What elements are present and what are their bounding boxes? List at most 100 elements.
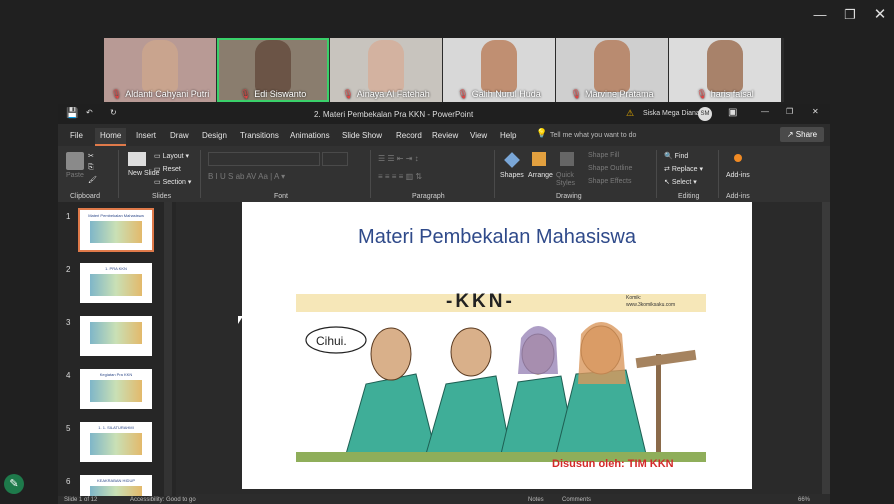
align-icons[interactable]: ≡ ≡ ≡ ≡ ▥ ⇅ [378,172,422,181]
tab-view[interactable]: View [470,128,487,144]
tab-animations[interactable]: Animations [290,128,330,144]
participant-tile[interactable]: 🎙 Ainaya Al Fatehah [330,38,442,102]
slide-thumbnail[interactable]: 1. PRA KKN [80,263,152,303]
participant-name-text: Galih Nurul Huda [471,89,541,99]
tab-design[interactable]: Design [202,128,227,144]
thumbnail-number: 2 [66,265,71,274]
comments-button[interactable]: Comments [562,497,591,503]
slide-thumbnail[interactable]: 1. 1. SILATURAHMI [80,422,152,462]
format-painter-icon[interactable]: 🖌 [88,176,97,184]
tab-home[interactable]: Home [95,128,127,146]
thumbnail-title: Kegiatan Pra KKN [99,372,133,377]
copy-icon[interactable]: ⎘ [88,164,94,172]
font-size-box[interactable] [322,152,348,166]
arrange-icon[interactable] [532,152,546,166]
user-name[interactable]: Siska Mega Diana [643,110,700,117]
thumbnail-scrollbar[interactable] [164,202,172,502]
participant-video [481,40,517,92]
tab-record[interactable]: Record [396,128,422,144]
tab-review[interactable]: Review [432,128,458,144]
mic-muted-icon: 🎙 [457,89,469,99]
avatar[interactable]: SM [698,107,712,121]
participant-tile[interactable]: 🎙 haris faisal [669,38,781,102]
accessibility-status[interactable]: Accessibility: Good to go [130,497,196,503]
restore-icon[interactable]: ❐ [786,107,793,116]
slide-thumbnail[interactable] [80,316,152,356]
notes-button[interactable]: Notes [528,497,544,503]
addins-button[interactable]: Add-ins [726,172,750,179]
font-name-box[interactable] [208,152,320,166]
tab-insert[interactable]: Insert [136,128,156,144]
footer-label: Disusun oleh: [552,458,625,470]
participant-tile[interactable]: 🎙 Edi Siswanto [217,38,329,102]
undo-icon[interactable]: ↶ [86,108,93,117]
tab-draw[interactable]: Draw [170,128,189,144]
participant-name: 🎙 Edi Siswanto [217,89,329,100]
tab-file[interactable]: File [70,128,83,144]
ribbon-display-icon[interactable]: ▣ [728,107,737,118]
close-icon[interactable]: ✕ [868,6,892,24]
comic-credit-url: www.3komiksaku.com [626,302,676,308]
quick-styles-icon[interactable] [560,152,574,166]
tab-help[interactable]: Help [500,128,516,144]
find-label: Find [674,153,689,160]
kkn-comic-illustration: Cihui. [296,322,706,462]
zoom-level[interactable]: 66% [798,497,810,503]
restore-icon[interactable]: ❐ [838,6,862,24]
find-button[interactable]: 🔍 Find [664,152,688,160]
warning-icon: ⚠ [626,108,635,118]
minimize-icon[interactable]: — [761,107,769,116]
slide-thumbnail[interactable]: Materi Pembekalan Mahasiswa [78,208,154,252]
tell-me-box[interactable]: Tell me what you want to do [550,132,636,139]
redo-icon[interactable]: ↻ [110,108,117,117]
section-button[interactable]: ▭ Section ▾ [154,178,191,186]
reset-label: Reset [162,166,181,173]
mic-muted-icon: 🎙 [570,89,582,99]
slide-canvas[interactable]: Materi Pembekalan Mahasiswa -KKN- Komik:… [242,202,752,489]
font-format-icons[interactable]: B I U S ab AV Aa | A ▾ [208,172,285,181]
slides-label: Slides [152,193,172,200]
participant-video [368,40,404,92]
mouse-cursor-icon [238,316,243,324]
participant-name: 🎙 Aldanti Cahyani Putri [104,89,216,100]
tab-slide-show[interactable]: Slide Show [342,128,382,144]
quick-styles-button[interactable]: Quick Styles [556,172,578,188]
addins-icon[interactable] [734,154,742,162]
annotate-pen-icon[interactable]: ✎ [4,474,24,494]
paragraph-label: Paragraph [412,193,445,200]
select-button[interactable]: ↖ Select ▾ [664,178,697,186]
participant-name-text: Aldanti Cahyani Putri [125,89,210,99]
kkn-banner-text: -KKN- [446,291,515,312]
cut-icon[interactable]: ✂ [88,152,94,160]
arrange-button[interactable]: Arrange [528,172,553,179]
thumbnail-content [90,322,142,344]
layout-button[interactable]: ▭ Layout ▾ [154,152,189,160]
thumbnail-number: 1 [66,212,71,221]
participant-tile[interactable]: 🎙 Marvine Pratama [556,38,668,102]
minimize-icon[interactable]: — [808,6,832,24]
participant-name: 🎙 haris faisal [669,89,781,100]
paste-icon[interactable] [66,152,84,170]
shape-outline-button[interactable]: Shape Outline [588,165,632,172]
shape-fill-button[interactable]: Shape Fill [588,152,619,159]
tab-transitions[interactable]: Transitions [240,128,279,144]
slide-thumbnail[interactable]: Kegiatan Pra KKN [80,369,152,409]
list-icons[interactable]: ☰ ☰ ⇤ ⇥ ↕ [378,154,419,163]
addins-label: Add-ins [726,193,750,200]
participant-tile[interactable]: 🎙 Galih Nurul Huda [443,38,555,102]
reset-button[interactable]: ▭ Reset [154,165,181,173]
shapes-icon[interactable] [504,152,520,168]
participant-name: 🎙 Ainaya Al Fatehah [330,89,442,100]
participant-tile[interactable]: 🎙 Aldanti Cahyani Putri [104,38,216,102]
paste-button[interactable]: Paste [66,172,84,179]
shape-effects-button[interactable]: Shape Effects [588,178,631,185]
share-button[interactable]: ↗ Share [780,127,824,142]
replace-button[interactable]: ⇄ Replace ▾ [664,165,703,173]
vertical-scrollbar[interactable] [822,202,830,494]
comic-credit-label: Komik: [626,295,642,301]
shapes-button[interactable]: Shapes [500,172,524,179]
new-slide-icon[interactable] [128,152,146,166]
close-icon[interactable]: ✕ [812,107,819,116]
save-icon[interactable]: 💾 [66,108,78,119]
editing-label: Editing [678,193,700,200]
